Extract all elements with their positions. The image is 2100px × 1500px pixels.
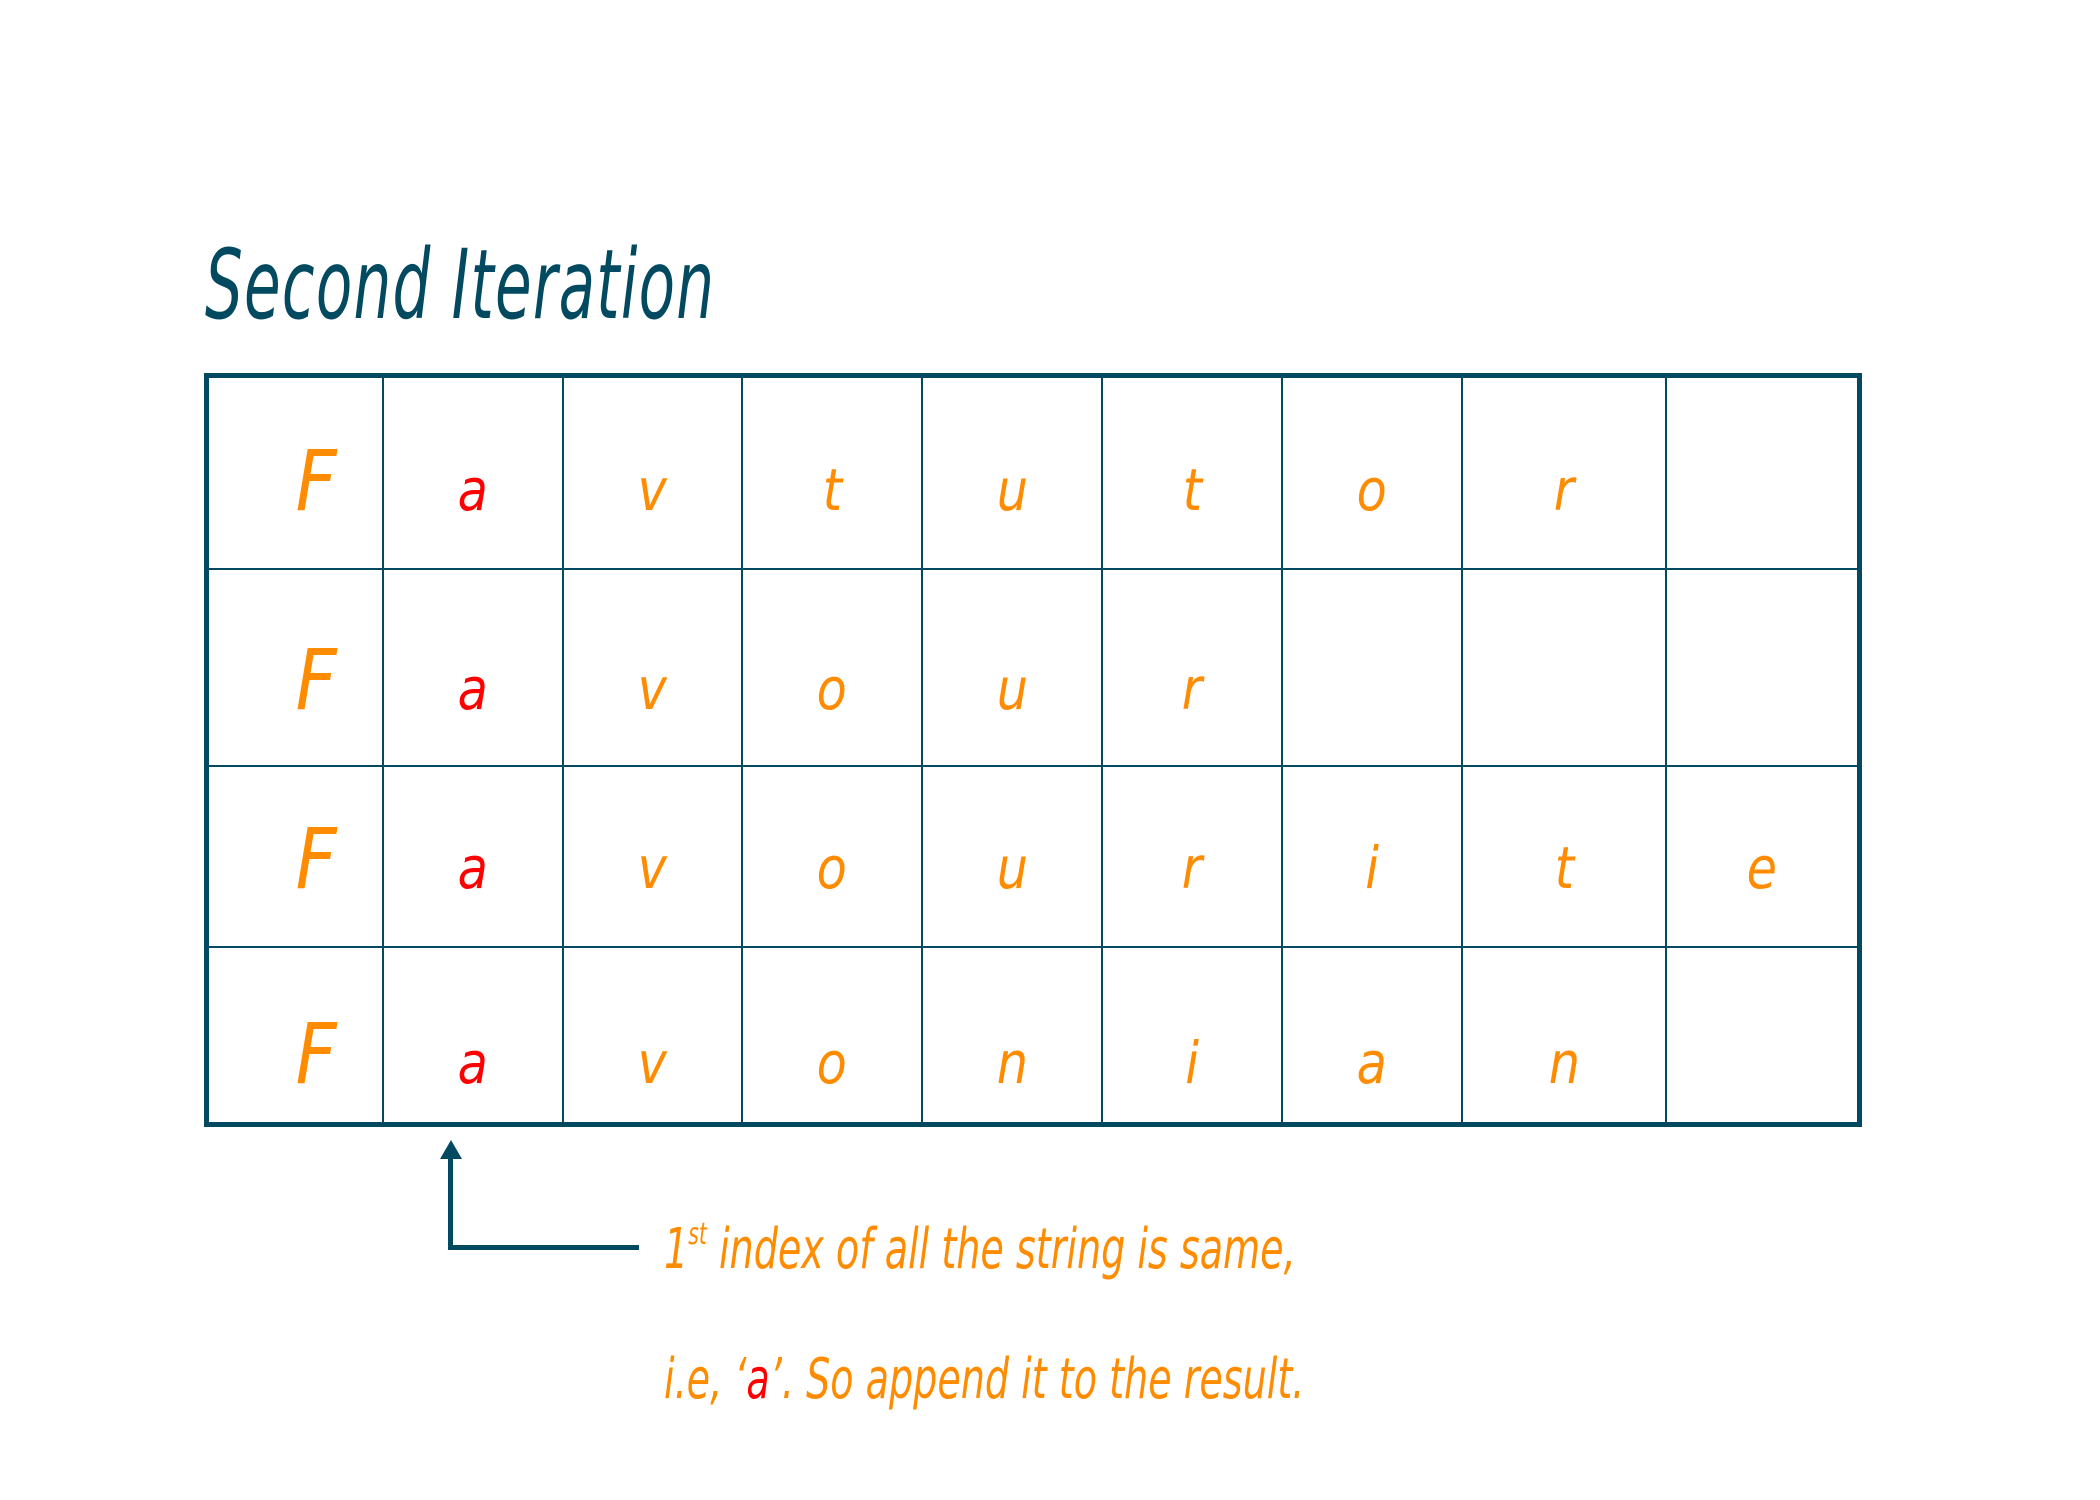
grid-cell: a [1282, 947, 1462, 1122]
grid-cell [1462, 569, 1666, 766]
grid-cell-highlighted: a [383, 766, 563, 947]
grid-cell [1666, 378, 1857, 569]
grid-cell: F [209, 766, 383, 947]
cell-letter: F [295, 432, 337, 530]
grid-cell: F [209, 378, 383, 569]
grid-cell: e [1666, 766, 1857, 947]
grid-cell: r [1462, 378, 1666, 569]
grid-cell: t [742, 378, 922, 569]
grid-cell: t [1462, 766, 1666, 947]
cell-letter: a [457, 456, 489, 524]
cell-letter: F [295, 1005, 337, 1103]
annotation-line-1: 1st index of all the string is same, [664, 1215, 1296, 1285]
grid-cell: n [922, 947, 1102, 1122]
cell-letter: r [1181, 834, 1203, 902]
page-title: Second Iteration [205, 229, 716, 341]
grid-cell: v [563, 766, 742, 947]
grid-cell: F [209, 569, 383, 766]
cell-letter: t [1554, 834, 1574, 902]
grid-cell: i [1102, 947, 1282, 1122]
grid-cell: u [922, 569, 1102, 766]
grid-cell: o [742, 569, 922, 766]
grid-cell: o [1282, 378, 1462, 569]
grid-cell: r [1102, 766, 1282, 947]
cell-letter: i [1365, 834, 1379, 902]
cell-letter: a [457, 655, 489, 723]
grid-cell: t [1102, 378, 1282, 569]
grid-cell-highlighted: a [383, 947, 563, 1122]
annotation-line-2-suffix: ’. So append it to the result. [769, 1347, 1305, 1412]
cell-letter: v [637, 655, 668, 723]
grid-cell: v [563, 569, 742, 766]
cell-letter: F [295, 631, 337, 729]
grid-cell: i [1282, 766, 1462, 947]
cell-letter: u [996, 834, 1028, 902]
grid-cell: o [742, 947, 922, 1122]
cell-letter: o [816, 655, 848, 723]
cell-letter: i [1185, 1029, 1199, 1097]
string-comparison-grid: Fa v t u t o r Fa v o u r Fa v o u r i t e Fa v o n i a n [204, 373, 1862, 1127]
cell-letter: o [816, 1029, 848, 1097]
cell-letter: a [1356, 1029, 1388, 1097]
cell-letter: o [816, 834, 848, 902]
cell-letter: u [996, 456, 1028, 524]
grid-cell-highlighted: a [383, 569, 563, 766]
grid-cell: r [1102, 569, 1282, 766]
arrow-shaft-vertical [448, 1155, 453, 1249]
cell-letter: v [637, 834, 668, 902]
grid-cell: n [1462, 947, 1666, 1122]
cell-letter: t [822, 456, 842, 524]
grid-cell: o [742, 766, 922, 947]
cell-letter: v [637, 1029, 668, 1097]
cell-letter: v [637, 456, 668, 524]
grid-cell: u [922, 766, 1102, 947]
annotation-index-suffix: st [688, 1217, 707, 1252]
cell-letter: F [295, 810, 337, 908]
cell-letter: e [1746, 834, 1777, 902]
grid-cell: F [209, 947, 383, 1122]
annotation-line-2-prefix: i.e, ‘ [664, 1347, 747, 1412]
grid-cell: u [922, 378, 1102, 569]
cell-letter: r [1181, 655, 1203, 723]
grid-cell [1666, 569, 1857, 766]
grid-cell-highlighted: a [383, 378, 563, 569]
annotation-highlight-char: a [746, 1347, 770, 1412]
cell-letter: u [996, 655, 1028, 723]
cell-letter: t [1182, 456, 1202, 524]
cell-letter: n [1548, 1029, 1580, 1097]
cell-letter: o [1356, 456, 1388, 524]
grid-cell: v [563, 947, 742, 1122]
cell-letter: r [1553, 456, 1575, 524]
grid-cell: v [563, 378, 742, 569]
annotation-line-2: i.e, ‘a’. So append it to the result. [664, 1345, 1304, 1415]
annotation-line-1-text: index of all the string is same, [706, 1217, 1296, 1282]
grid-cell [1282, 569, 1462, 766]
cell-letter: a [457, 1029, 489, 1097]
annotation-index-number: 1 [664, 1217, 689, 1282]
arrow-shaft-horizontal [448, 1245, 639, 1250]
cell-letter: n [996, 1029, 1028, 1097]
grid-cell [1666, 947, 1857, 1122]
cell-letter: a [457, 834, 489, 902]
